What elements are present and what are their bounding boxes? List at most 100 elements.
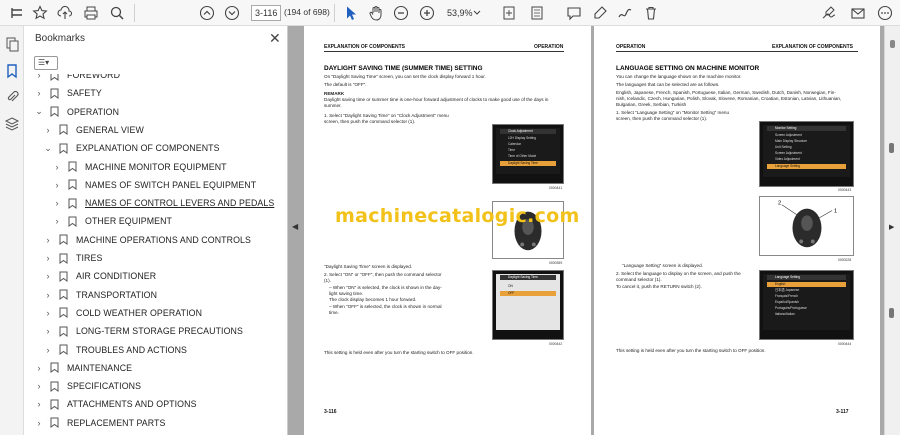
chevron-right-icon[interactable]: › bbox=[34, 381, 44, 391]
scroll-thumb[interactable] bbox=[890, 40, 895, 48]
page-up-icon[interactable] bbox=[198, 4, 216, 22]
chevron-right-icon[interactable]: › bbox=[43, 308, 53, 318]
footer-note: This setting is held even after you turn… bbox=[616, 348, 766, 353]
chevron-down-icon[interactable]: ⌄ bbox=[34, 106, 44, 117]
draw-icon[interactable] bbox=[616, 4, 634, 22]
header-rule bbox=[324, 51, 564, 52]
more-icon[interactable] bbox=[876, 4, 894, 22]
highlight-icon[interactable] bbox=[591, 4, 609, 22]
scroll-mode-icon[interactable] bbox=[528, 4, 546, 22]
document-scrollbar[interactable]: ▶ bbox=[884, 26, 900, 435]
bookmark-item-long-term-storage[interactable]: › LONG-TERM STORAGE PRECAUTIONS bbox=[43, 322, 243, 340]
chevron-right-icon[interactable]: › bbox=[43, 326, 53, 336]
bookmark-label: FOREWORD bbox=[67, 74, 121, 80]
chevron-right-icon[interactable]: › bbox=[34, 418, 44, 428]
scroll-marker bbox=[889, 143, 894, 153]
page-number-input[interactable]: 3-116 bbox=[251, 5, 281, 21]
main-toolbar: 3-116 (194 of 698) 53,9% bbox=[0, 0, 900, 26]
star-icon[interactable] bbox=[31, 4, 49, 22]
bookmark-item-explanation-of-components[interactable]: ⌄ EXPLANATION OF COMPONENTS bbox=[43, 139, 220, 157]
chevron-right-icon[interactable]: › bbox=[52, 180, 62, 190]
hand-icon[interactable] bbox=[367, 4, 385, 22]
bookmark-item-machine-monitor-equipment[interactable]: › MACHINE MONITOR EQUIPMENT bbox=[52, 158, 227, 176]
panel-title: Bookmarks bbox=[35, 33, 86, 44]
sign-icon[interactable] bbox=[820, 4, 838, 22]
bookmark-item-maintenance[interactable]: › MAINTENANCE bbox=[34, 359, 132, 377]
bookmark-item-attachments-and-options[interactable]: › ATTACHMENTS AND OPTIONS bbox=[34, 395, 197, 413]
chevron-right-icon[interactable]: › bbox=[34, 88, 44, 98]
bookmark-item-other-equipment[interactable]: › OTHER EQUIPMENT bbox=[52, 212, 172, 230]
chevron-right-icon[interactable]: › bbox=[34, 363, 44, 373]
chevron-right-icon[interactable]: › bbox=[43, 235, 53, 245]
bookmark-item-general-view[interactable]: › GENERAL VIEW bbox=[43, 121, 144, 139]
delete-icon[interactable] bbox=[642, 4, 660, 22]
bookmark-item-cold-weather-operation[interactable]: › COLD WEATHER OPERATION bbox=[43, 304, 202, 322]
bookmark-item-operation[interactable]: ⌄ OPERATION bbox=[34, 103, 119, 121]
bookmark-item-specifications[interactable]: › SPECIFICATIONS bbox=[34, 377, 141, 395]
bookmark-item-transportation[interactable]: › TRANSPORTATION bbox=[43, 286, 157, 304]
screen-menu-row: Español/Spanish bbox=[775, 300, 799, 304]
step-text: 2. Select "ON" or "OFF", then push the c… bbox=[324, 272, 442, 277]
remark-text: summer. bbox=[324, 103, 342, 108]
bookmark-label: TIRES bbox=[76, 253, 103, 263]
zoom-dropdown-icon[interactable] bbox=[468, 4, 486, 22]
bookmark-item-tires[interactable]: › TIRES bbox=[43, 249, 102, 267]
page-down-icon[interactable] bbox=[223, 4, 241, 22]
upload-icon[interactable] bbox=[56, 4, 74, 22]
home-icon[interactable] bbox=[8, 4, 26, 22]
chevron-right-icon[interactable]: › bbox=[43, 345, 53, 355]
bookmark-icon bbox=[68, 161, 77, 172]
chevron-right-icon[interactable]: › bbox=[43, 271, 53, 281]
bookmark-icon bbox=[68, 216, 77, 227]
bookmark-icon bbox=[50, 381, 59, 392]
close-icon[interactable]: ✕ bbox=[269, 30, 281, 47]
bookmark-tree: › FOREWORD › SAFETY ⌄ OPERATION › GENERAL VIEW ⌄… bbox=[24, 74, 278, 435]
chevron-right-icon[interactable]: › bbox=[43, 253, 53, 263]
chevron-down-icon[interactable]: ⌄ bbox=[43, 143, 53, 154]
bookmark-item-troubles-and-actions[interactable]: › TROUBLES AND ACTIONS bbox=[43, 341, 187, 359]
layers-icon[interactable] bbox=[4, 116, 20, 132]
page-fit-icon[interactable] bbox=[500, 4, 518, 22]
figure-code: 0000441 bbox=[549, 186, 563, 190]
step-text: "Language Setting" screen is displayed. bbox=[622, 263, 703, 268]
chevron-right-icon[interactable]: › bbox=[52, 216, 62, 226]
bookmark-item-machine-operations-and-controls[interactable]: › MACHINE OPERATIONS AND CONTROLS bbox=[43, 231, 251, 249]
collapse-left-icon[interactable]: ◀ bbox=[292, 222, 298, 231]
attachment-icon[interactable] bbox=[4, 89, 20, 105]
bookmark-item-air-conditioner[interactable]: › AIR CONDITIONER bbox=[43, 267, 156, 285]
chevron-right-icon[interactable]: › bbox=[52, 162, 62, 172]
page-header-left: OPERATION bbox=[616, 44, 646, 50]
step-text: screen, then push the command selector (… bbox=[616, 116, 708, 121]
search-icon[interactable] bbox=[108, 4, 126, 22]
watermark-text: machinecatalogic.com bbox=[335, 205, 580, 227]
chevron-right-icon[interactable]: › bbox=[43, 290, 53, 300]
zoom-out-icon[interactable] bbox=[392, 4, 410, 22]
comment-icon[interactable] bbox=[565, 4, 583, 22]
bookmark-icon[interactable] bbox=[4, 63, 20, 79]
screen-menu-row: Main Display Structure bbox=[775, 139, 808, 143]
zoom-in-icon[interactable] bbox=[418, 4, 436, 22]
bookmark-icon bbox=[59, 289, 68, 301]
page-header-right: OPERATION bbox=[534, 44, 564, 50]
bookmark-item-control-levers-and-pedals[interactable]: › NAMES OF CONTROL LEVERS AND PEDALS bbox=[52, 194, 274, 212]
figure-code: 0000443 bbox=[838, 188, 852, 192]
chevron-right-icon[interactable]: › bbox=[43, 125, 53, 135]
bookmark-item-replacement-parts[interactable]: › REPLACEMENT PARTS bbox=[34, 414, 166, 432]
chevron-right-icon[interactable]: › bbox=[34, 399, 44, 409]
bookmark-options-dropdown[interactable]: ☰▾ bbox=[34, 56, 58, 70]
bookmark-item-safety[interactable]: › SAFETY bbox=[34, 84, 102, 102]
print-icon[interactable] bbox=[82, 4, 100, 22]
bookmark-item-foreword[interactable]: › FOREWORD bbox=[34, 74, 120, 84]
page-count: (194 of 698) bbox=[284, 7, 330, 17]
chevron-right-icon[interactable]: › bbox=[34, 74, 44, 80]
bookmark-item-switch-panel-equipment[interactable]: › NAMES OF SWITCH PANEL EQUIPMENT bbox=[52, 176, 256, 194]
bookmark-label: COLD WEATHER OPERATION bbox=[76, 307, 203, 318]
command-selector-image: 21 bbox=[759, 196, 854, 256]
page-thumbnails-icon[interactable] bbox=[4, 36, 20, 52]
select-arrow-icon[interactable] bbox=[342, 4, 360, 22]
bookmark-label: REPLACEMENT PARTS bbox=[67, 417, 166, 428]
chevron-right-icon[interactable]: › bbox=[52, 198, 62, 208]
collapse-right-icon[interactable]: ▶ bbox=[889, 223, 894, 231]
email-icon[interactable] bbox=[849, 4, 867, 22]
screen-menu-row: Calendar bbox=[508, 142, 521, 146]
